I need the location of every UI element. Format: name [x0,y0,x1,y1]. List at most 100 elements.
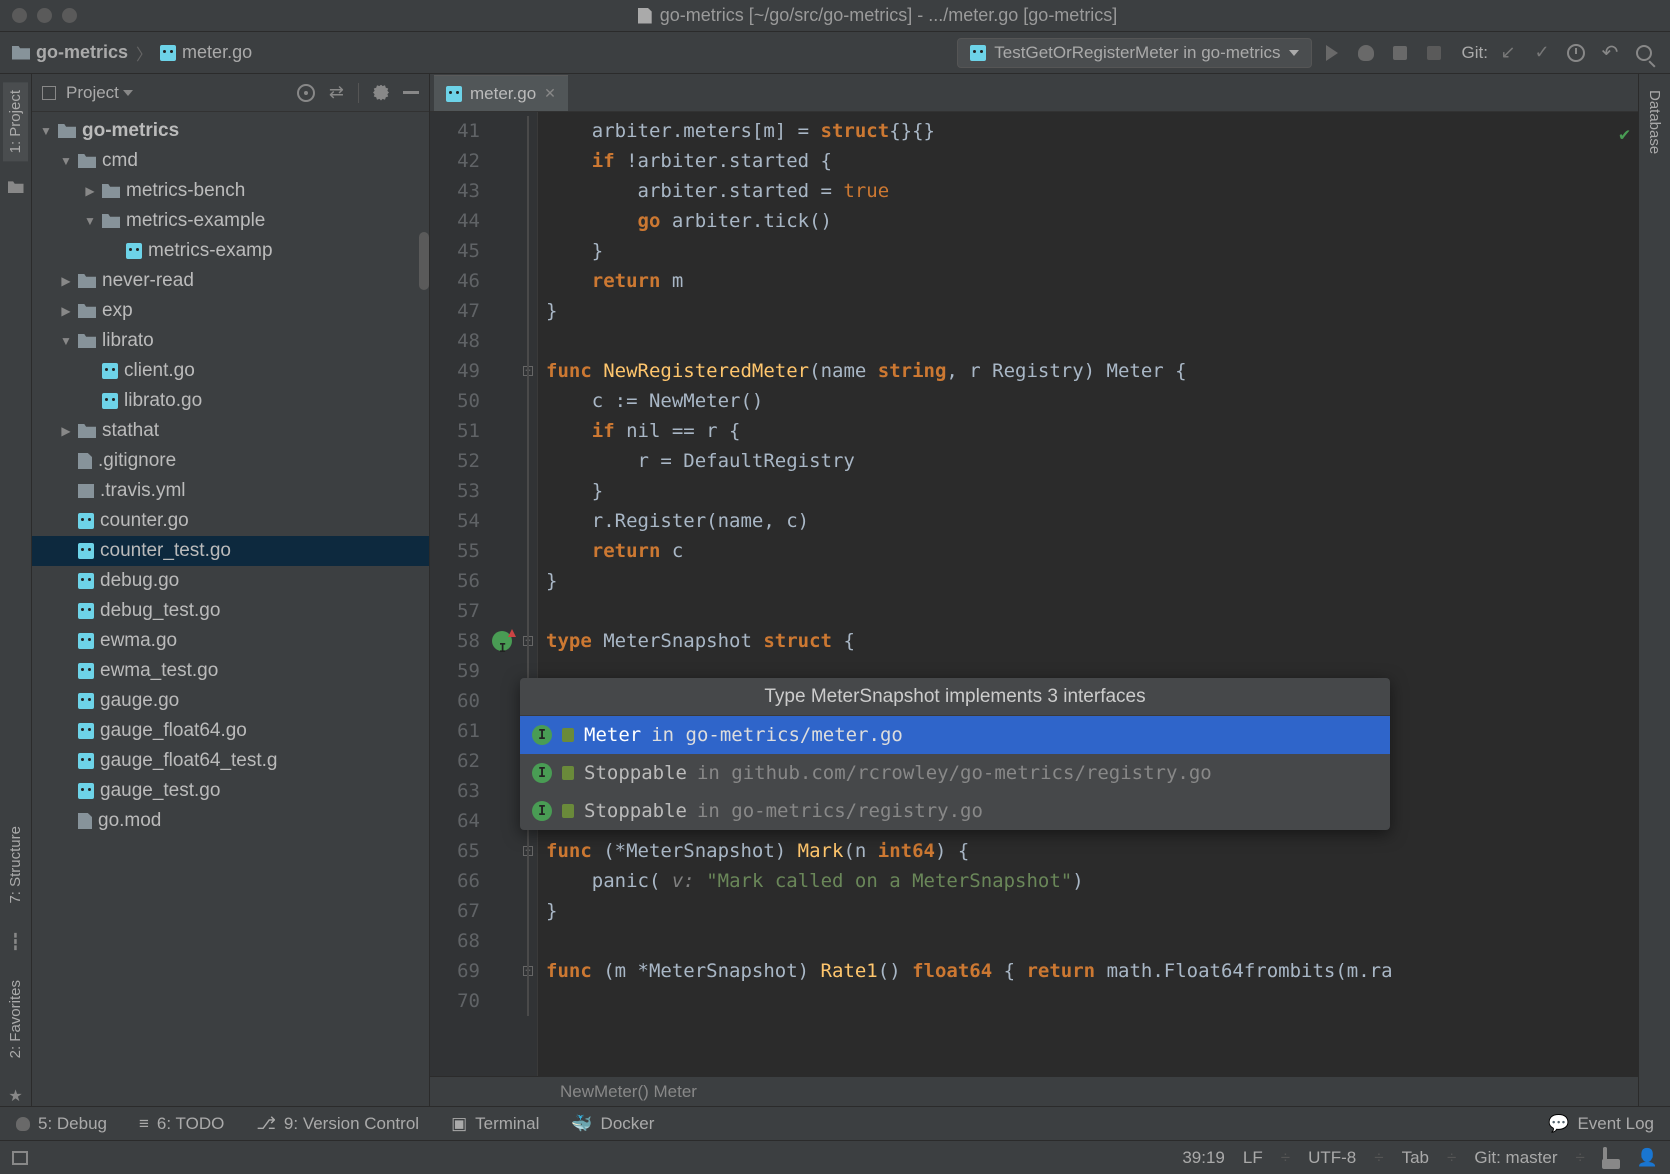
tree-item[interactable]: stathat [32,416,429,446]
tree-item[interactable]: go-metrics [32,116,429,146]
line-number[interactable]: 66 [434,866,480,896]
history-button[interactable] [1562,39,1590,67]
line-number[interactable]: 70 [434,986,480,1016]
tree-arrow-icon[interactable] [60,334,72,348]
line-number[interactable]: 63 [434,776,480,806]
tree-item[interactable]: metrics-bench [32,176,429,206]
tool-tab-debug[interactable]: 5: Debug [16,1114,107,1134]
run-config-selector[interactable]: TestGetOrRegisterMeter in go-metrics [957,38,1311,68]
code-line[interactable]: return c [546,536,1638,566]
code-line[interactable]: go arbiter.tick() [546,206,1638,236]
tool-tab-terminal[interactable]: ▣ Terminal [451,1114,539,1134]
tree-item[interactable]: go.mod [32,806,429,836]
encoding[interactable]: UTF-8 [1308,1148,1356,1168]
tree-item[interactable]: debug.go [32,566,429,596]
code-line[interactable]: } [546,236,1638,266]
line-number[interactable]: 55 [434,536,480,566]
project-panel-title[interactable]: Project [66,83,133,103]
line-number[interactable]: 50 [434,386,480,416]
code-line[interactable]: type MeterSnapshot struct { [546,626,1638,656]
close-icon[interactable]: ✕ [544,85,556,102]
git-branch[interactable]: Git: master [1474,1148,1557,1168]
tool-tab-database[interactable]: Database [1642,82,1667,162]
line-number[interactable]: 45 [434,236,480,266]
lock-icon[interactable] [1603,1149,1619,1167]
popup-item[interactable]: IStoppable in go-metrics/registry.go [520,792,1390,830]
tree-item[interactable]: counter_test.go [32,536,429,566]
code-line[interactable]: panic( v: "Mark called on a MeterSnapsho… [546,866,1638,896]
line-number[interactable]: 67 [434,896,480,926]
breadcrumb-file[interactable]: meter.go [160,42,252,63]
caret-position[interactable]: 39:19 [1182,1148,1225,1168]
code-line[interactable]: r.Register(name, c) [546,506,1638,536]
revert-button[interactable]: ↶ [1596,39,1624,67]
line-number[interactable]: 46 [434,266,480,296]
tree-item[interactable]: exp [32,296,429,326]
debug-button[interactable] [1352,39,1380,67]
line-number[interactable]: 53 [434,476,480,506]
code-line[interactable]: if !arbiter.started { [546,146,1638,176]
tree-item[interactable]: client.go [32,356,429,386]
code-line[interactable]: } [546,566,1638,596]
close-window-button[interactable] [12,8,27,23]
git-update-button[interactable]: ↙ [1494,39,1522,67]
code-line[interactable]: c := NewMeter() [546,386,1638,416]
code-line[interactable]: } [546,476,1638,506]
hide-icon[interactable] [403,91,419,94]
tree-item[interactable]: ewma_test.go [32,656,429,686]
code-line[interactable]: } [546,296,1638,326]
line-number[interactable]: 54 [434,506,480,536]
inspection-ok-icon[interactable]: ✔ [1619,120,1630,150]
maximize-window-button[interactable] [62,8,77,23]
line-number[interactable]: 60 [434,686,480,716]
tree-item[interactable]: librato.go [32,386,429,416]
tree-item[interactable]: gauge_float64_test.g [32,746,429,776]
code-line[interactable]: arbiter.started = true [546,176,1638,206]
tree-arrow-icon[interactable] [40,124,52,138]
coverage-button[interactable] [1386,39,1414,67]
gear-icon[interactable] [373,85,389,101]
editor-breadcrumb[interactable]: NewMeter() Meter [430,1076,1638,1106]
popup-item[interactable]: IMeter in go-metrics/meter.go [520,716,1390,754]
line-number[interactable]: 68 [434,926,480,956]
tree-item[interactable]: debug_test.go [32,596,429,626]
minimize-window-button[interactable] [37,8,52,23]
code-content[interactable]: ✔ arbiter.meters[m] = struct{}{} if !arb… [538,112,1638,1076]
tree-item[interactable]: metrics-example [32,206,429,236]
code-line[interactable]: if nil == r { [546,416,1638,446]
project-tree[interactable]: go-metricscmdmetrics-benchmetrics-exampl… [32,112,429,1106]
tool-tab-docker[interactable]: 🐳 Docker [571,1114,654,1134]
line-number[interactable]: 41 [434,116,480,146]
tree-item[interactable]: gauge_float64.go [32,716,429,746]
tool-tab-eventlog[interactable]: 💬 Event Log [1548,1114,1654,1134]
tree-arrow-icon[interactable] [60,304,72,318]
tree-arrow-icon[interactable] [84,214,96,228]
tree-item[interactable]: never-read [32,266,429,296]
expand-icon[interactable]: ⇄ [329,82,344,103]
line-number[interactable]: 42 [434,146,480,176]
popup-item[interactable]: IStoppable in github.com/rcrowley/go-met… [520,754,1390,792]
line-number[interactable]: 51 [434,416,480,446]
frame-icon[interactable] [12,1151,28,1165]
override-up-icon[interactable] [508,629,516,637]
line-number[interactable]: 59 [434,656,480,686]
line-number[interactable]: 57 [434,596,480,626]
inspector-icon[interactable]: 👤 [1637,1148,1658,1168]
code-line[interactable]: r = DefaultRegistry [546,446,1638,476]
tool-tab-vcs[interactable]: ⎇ 9: Version Control [256,1114,419,1134]
git-commit-button[interactable]: ✓ [1528,39,1556,67]
tree-item[interactable]: cmd [32,146,429,176]
tree-arrow-icon[interactable] [60,424,72,438]
tree-item[interactable]: counter.go [32,506,429,536]
code-line[interactable] [546,986,1638,1016]
line-number[interactable]: 48 [434,326,480,356]
line-number[interactable]: 49 [434,356,480,386]
line-number[interactable]: 52 [434,446,480,476]
code-line[interactable] [546,926,1638,956]
line-number[interactable]: 65 [434,836,480,866]
breadcrumb-project[interactable]: go-metrics [12,42,128,63]
search-everywhere-button[interactable] [1630,39,1658,67]
tree-item[interactable]: ewma.go [32,626,429,656]
line-number[interactable]: 62 [434,746,480,776]
code-line[interactable]: func (m *MeterSnapshot) Rate1() float64 … [546,956,1638,986]
